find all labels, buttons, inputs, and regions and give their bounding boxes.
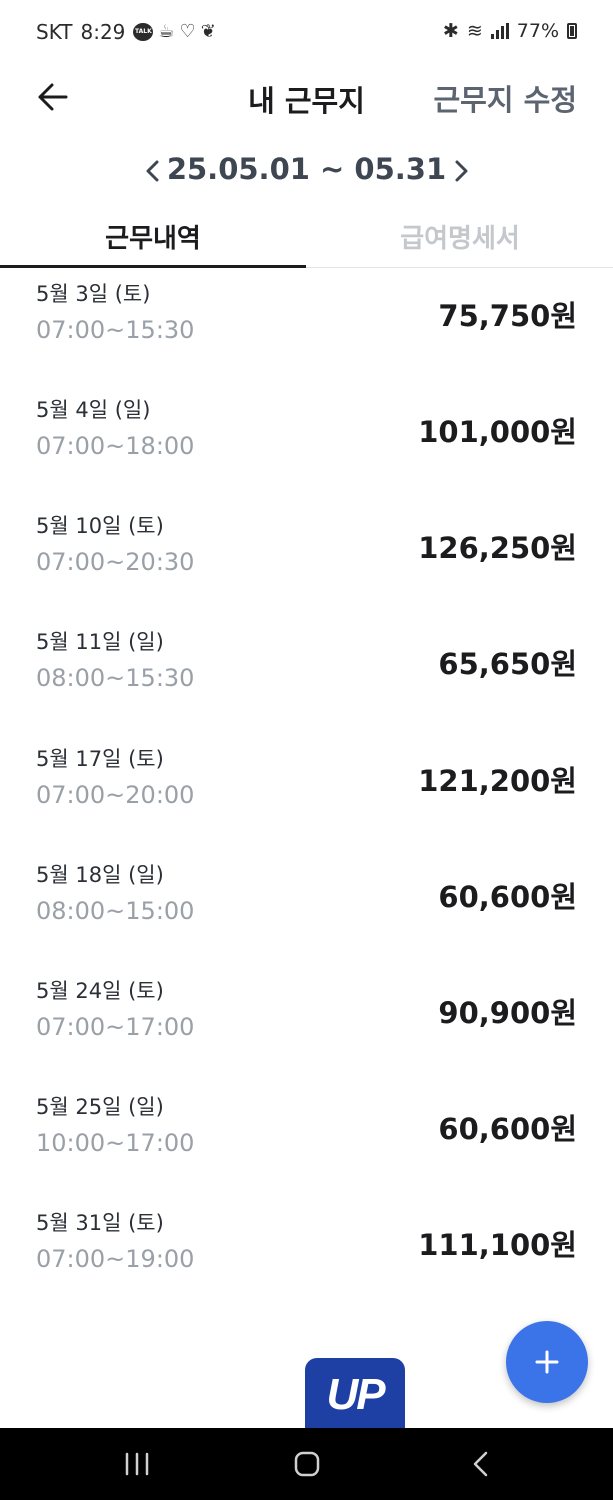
chevron-right-icon (455, 160, 468, 182)
record-time: 10:00~17:00 (36, 1129, 195, 1157)
record-amount: 126,250원 (418, 531, 577, 565)
work-record-row[interactable]: 5월 3일 (토) 07:00~15:30 75,750원 (0, 268, 613, 382)
record-amount: 111,100원 (418, 1228, 577, 1262)
leaf-icon: ❦ (200, 21, 216, 42)
recents-icon (125, 1452, 149, 1476)
record-time: 08:00~15:30 (36, 664, 195, 692)
record-amount: 60,600원 (438, 1112, 577, 1146)
record-time: 07:00~20:00 (36, 781, 195, 809)
record-time: 07:00~17:00 (36, 1013, 195, 1041)
app-screen: SKT 8:29 TALK ☕ ♡ ❦ ✱ ≋ 77% 내 근무지 근무지 수정… (0, 0, 613, 1500)
work-record-row[interactable]: 5월 24일 (토) 07:00~17:00 90,900원 (0, 963, 613, 1079)
signal-icon (490, 23, 509, 39)
notification-icons: TALK ☕ ♡ ❦ (133, 21, 216, 42)
record-amount: 75,750원 (438, 299, 577, 333)
record-date: 5월 31일 (토) (36, 1211, 164, 1235)
record-date: 5월 3일 (토) (36, 282, 151, 306)
record-date: 5월 11일 (일) (36, 630, 164, 654)
system-navigation-bar (0, 1428, 613, 1500)
record-date: 5월 25일 (일) (36, 1095, 164, 1119)
carrier-label: SKT (36, 20, 73, 44)
work-record-row[interactable]: 5월 18일 (일) 08:00~15:00 60,600원 (0, 847, 613, 963)
arrow-left-icon (38, 83, 68, 111)
system-back-button[interactable] (466, 1448, 496, 1480)
app-logo[interactable]: UP (305, 1358, 405, 1432)
bluetooth-icon: ✱ (442, 20, 459, 42)
record-time: 07:00~19:00 (36, 1245, 195, 1273)
record-time: 07:00~15:30 (36, 316, 195, 344)
battery-icon (567, 23, 577, 39)
record-amount: 65,650원 (438, 647, 577, 681)
period-label: 25.05.01 ~ 05.31 (166, 152, 447, 186)
work-record-row[interactable]: 5월 10일 (토) 07:00~20:30 126,250원 (0, 498, 613, 614)
previous-period-button[interactable] (136, 150, 170, 192)
next-period-button[interactable] (444, 150, 478, 192)
work-record-row[interactable]: 5월 17일 (토) 07:00~20:00 121,200원 (0, 731, 613, 847)
logo-text: UP (326, 1370, 385, 1419)
record-time: 07:00~20:30 (36, 548, 195, 576)
work-record-row[interactable]: 5월 25일 (일) 10:00~17:00 60,600원 (0, 1079, 613, 1195)
recents-button[interactable] (120, 1450, 154, 1478)
chevron-left-icon (473, 1451, 488, 1477)
clock: 8:29 (80, 20, 126, 44)
record-date: 5월 10일 (토) (36, 514, 164, 538)
status-right: ✱ ≋ 77% (443, 20, 577, 42)
work-record-row[interactable]: 5월 31일 (토) 07:00~19:00 111,100원 (0, 1195, 613, 1308)
add-record-button[interactable] (506, 1321, 588, 1403)
record-date: 5월 17일 (토) (36, 747, 164, 771)
work-record-list: 5월 3일 (토) 07:00~15:30 75,750원 5월 4일 (일) … (0, 268, 613, 1308)
back-button[interactable] (30, 76, 76, 118)
plus-icon (535, 1350, 559, 1374)
home-icon (294, 1451, 320, 1477)
top-app-bar: 내 근무지 근무지 수정 (0, 66, 613, 128)
wifi-icon: ≋ (466, 20, 483, 42)
coffee-icon: ☕ (158, 21, 175, 42)
home-button[interactable] (291, 1448, 323, 1480)
record-time: 08:00~15:00 (36, 897, 195, 925)
record-date: 5월 4일 (일) (36, 398, 151, 422)
record-time: 07:00~18:00 (36, 432, 195, 460)
work-record-row[interactable]: 5월 4일 (일) 07:00~18:00 101,000원 (0, 382, 613, 498)
period-navigator: 25.05.01 ~ 05.31 (0, 146, 613, 196)
record-amount: 60,600원 (438, 880, 577, 914)
work-record-row[interactable]: 5월 11일 (일) 08:00~15:30 65,650원 (0, 614, 613, 730)
record-date: 5월 24일 (토) (36, 979, 164, 1003)
tab-bar: 근무내역 급여명세서 (0, 214, 613, 268)
edit-workplace-button[interactable]: 근무지 수정 (434, 77, 578, 119)
record-amount: 90,900원 (438, 996, 577, 1030)
record-amount: 121,200원 (418, 764, 577, 798)
record-amount: 101,000원 (418, 415, 577, 449)
battery-percent: 77% (516, 20, 559, 42)
record-date: 5월 18일 (일) (36, 863, 164, 887)
heart-icon: ♡ (179, 21, 196, 42)
talk-icon: TALK (133, 23, 154, 41)
chevron-left-icon (146, 160, 159, 182)
status-bar: SKT 8:29 TALK ☕ ♡ ❦ ✱ ≋ 77% (0, 0, 613, 66)
status-left: SKT 8:29 TALK ☕ ♡ ❦ (36, 20, 216, 44)
tab-pay-statement[interactable]: 급여명세서 (307, 214, 613, 268)
tab-work-history[interactable]: 근무내역 (0, 214, 306, 268)
